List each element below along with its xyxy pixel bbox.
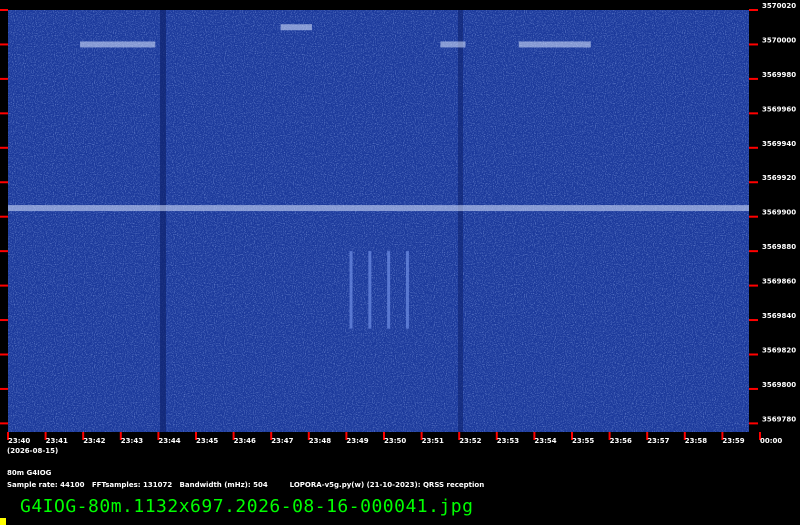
x-tick-label: 23:58 [685,437,707,445]
signal-trace [280,24,312,31]
signal-trace [80,41,156,48]
y-tick-label: 3569980 [762,71,796,79]
y-tick-label: 3570000 [762,36,796,44]
y-tick-label: 3569940 [762,140,796,148]
x-tick-label: 23:46 [234,437,256,445]
y-tick-label: 3569960 [762,105,796,113]
software-version: LOPORA-v5g.py(w) (21-10-2023): QRSS rece… [289,481,485,489]
filename-label: G4IOG-80m.1132x697.2026-08-16-000041.jpg [20,496,474,517]
x-tick-label: 23:51 [422,437,444,445]
burst-trace [387,251,391,329]
y-tick-label: 3569900 [762,209,796,217]
y-tick-label: 3569840 [762,312,796,320]
x-axis: 23:40 23:41 23:42 23:43 23:44 23:45 23:46 23:47… [7,432,782,445]
fft-samples: FFTsamples: 131072 [91,481,173,489]
x-tick-label: 23:45 [196,437,218,445]
date-label: (2026-08-15) [7,447,58,455]
signal-trace [8,205,749,212]
x-tick-label: 23:41 [46,437,68,445]
signal-trace [440,41,466,48]
dark-stripe [458,10,463,432]
spectrogram-chart: 3570020 3570000 3569980 3569960 3569940 35699… [0,2,796,455]
station-label: 80m G4IOG [7,469,52,477]
x-tick-label: 23:57 [647,437,669,445]
y-tick-label: 3569780 [762,415,796,423]
x-tick-label: 23:55 [572,437,594,445]
x-tick-label: 23:50 [384,437,406,445]
x-tick-label: 23:49 [346,437,368,445]
x-tick-label: 23:42 [83,437,105,445]
y-tick-label: 3569880 [762,243,796,251]
signal-trace [518,41,591,48]
x-tick-label: 23:47 [271,437,293,445]
x-tick-label: 23:56 [610,437,632,445]
y-tick-label: 3570020 [762,2,796,10]
bandwidth: Bandwidth (mHz): 504 [179,481,268,489]
x-tick-label: 23:54 [534,437,556,445]
x-tick-label: 23:40 [8,437,30,445]
x-tick-label: 23:52 [459,437,481,445]
y-tick-label: 3569860 [762,278,796,286]
noise-texture [8,10,749,432]
dark-stripe [160,10,166,432]
x-tick-label: 23:48 [309,437,331,445]
sample-rate: Sample rate: 44100 [7,481,85,489]
x-tick-label: 23:59 [722,437,744,445]
x-tick-label: 23:43 [121,437,143,445]
burst-trace [405,251,409,329]
parameters-line: Sample rate: 44100 FFTsamples: 131072 Ba… [7,481,484,489]
y-tick-label: 3569820 [762,346,796,354]
burst-trace [368,251,372,329]
burst-trace [349,251,353,329]
x-tick-label: 23:44 [158,437,180,445]
x-tick-label: 23:53 [497,437,519,445]
x-tick-label: 00:00 [760,437,782,445]
corner-mark [0,518,6,525]
y-tick-label: 3569800 [762,381,796,389]
y-tick-label: 3569920 [762,174,796,182]
